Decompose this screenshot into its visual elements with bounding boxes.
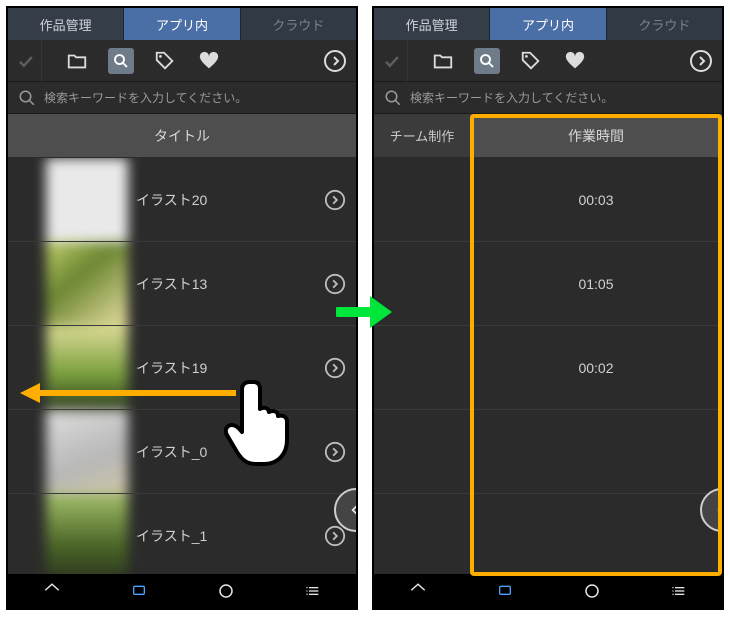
cutoff-text: c — [356, 276, 357, 291]
chevron-right-icon[interactable] — [324, 441, 346, 463]
tab-manage[interactable]: 作品管理 — [374, 8, 489, 40]
back-icon[interactable] — [214, 582, 238, 600]
list-item-title: イラスト20 — [136, 190, 207, 210]
list-item[interactable]: 00:03 — [374, 158, 722, 242]
list-item[interactable]: イラスト_1 — [8, 494, 356, 574]
toolbar — [8, 40, 356, 82]
search-tool-icon[interactable] — [108, 48, 134, 74]
list-item[interactable]: イラスト13 c — [8, 242, 356, 326]
list-item[interactable]: 00:02 — [374, 326, 722, 410]
search-placeholder: 検索キーワードを入力してください。 — [44, 89, 247, 106]
forward-icon[interactable] — [322, 48, 348, 74]
screen-after: 作品管理 アプリ内 クラウド — [372, 6, 724, 610]
column-header-title[interactable]: タイトル — [8, 114, 356, 158]
menu-icon[interactable] — [667, 582, 691, 600]
column-headers: チーム制作 作業時間 — [374, 114, 722, 158]
worktime-value — [470, 494, 722, 574]
list-item-title: イラスト13 — [136, 274, 207, 294]
list-item[interactable] — [374, 494, 722, 574]
menu-icon[interactable] — [301, 582, 325, 600]
list-item[interactable] — [374, 410, 722, 494]
worktime-list[interactable]: 00:03 01:05 00:02 — [374, 158, 722, 574]
folder-icon[interactable] — [64, 48, 90, 74]
heart-icon[interactable] — [562, 48, 588, 74]
heart-icon[interactable] — [196, 48, 222, 74]
search-placeholder: 検索キーワードを入力してください。 — [410, 89, 613, 106]
system-nav-bar — [8, 574, 356, 608]
search-icon — [384, 89, 402, 107]
tab-cloud[interactable]: クラウド — [240, 8, 356, 40]
recent-apps-icon[interactable] — [493, 582, 517, 600]
list-item[interactable]: イラスト19 — [8, 326, 356, 410]
top-tabs: 作品管理 アプリ内 クラウド — [8, 8, 356, 40]
worktime-value — [470, 410, 722, 493]
list-item-title: イラスト_1 — [136, 526, 207, 546]
list-item[interactable]: イラスト20 — [8, 158, 356, 242]
folder-icon[interactable] — [430, 48, 456, 74]
column-header-worktime[interactable]: 作業時間 — [470, 114, 722, 157]
chevron-right-icon[interactable] — [324, 357, 346, 379]
recent-apps-icon[interactable] — [127, 582, 151, 600]
check-icon[interactable] — [16, 40, 42, 82]
tab-manage[interactable]: 作品管理 — [8, 8, 123, 40]
home-icon[interactable] — [406, 582, 430, 600]
column-header-team[interactable]: チーム制作 — [374, 114, 470, 157]
tab-in-app[interactable]: アプリ内 — [123, 8, 239, 40]
search-icon — [18, 89, 36, 107]
chevron-right-icon[interactable] — [324, 273, 346, 295]
tag-icon[interactable] — [152, 48, 178, 74]
worktime-value: 00:03 — [470, 158, 722, 241]
check-icon[interactable] — [382, 40, 408, 82]
tab-cloud[interactable]: クラウド — [606, 8, 722, 40]
list-item-title: イラスト_0 — [136, 442, 207, 462]
list-item[interactable]: 01:05 — [374, 242, 722, 326]
chevron-right-icon[interactable] — [324, 189, 346, 211]
list-item-title: イラスト19 — [136, 358, 207, 378]
worktime-value: 00:02 — [470, 326, 722, 409]
screen-before: 作品管理 アプリ内 クラウド — [6, 6, 358, 610]
search-row[interactable]: 検索キーワードを入力してください。 — [8, 82, 356, 114]
artwork-list[interactable]: イラスト20 イラスト13 c イラスト19 イラスト_0 — [8, 158, 356, 574]
top-tabs: 作品管理 アプリ内 クラウド — [374, 8, 722, 40]
system-nav-bar — [374, 574, 722, 608]
back-icon[interactable] — [580, 582, 604, 600]
toolbar — [374, 40, 722, 82]
search-row[interactable]: 検索キーワードを入力してください。 — [374, 82, 722, 114]
tag-icon[interactable] — [518, 48, 544, 74]
list-item[interactable]: イラスト_0 — [8, 410, 356, 494]
worktime-value: 01:05 — [470, 242, 722, 325]
home-icon[interactable] — [40, 582, 64, 600]
tab-in-app[interactable]: アプリ内 — [489, 8, 605, 40]
search-tool-icon[interactable] — [474, 48, 500, 74]
forward-icon[interactable] — [688, 48, 714, 74]
